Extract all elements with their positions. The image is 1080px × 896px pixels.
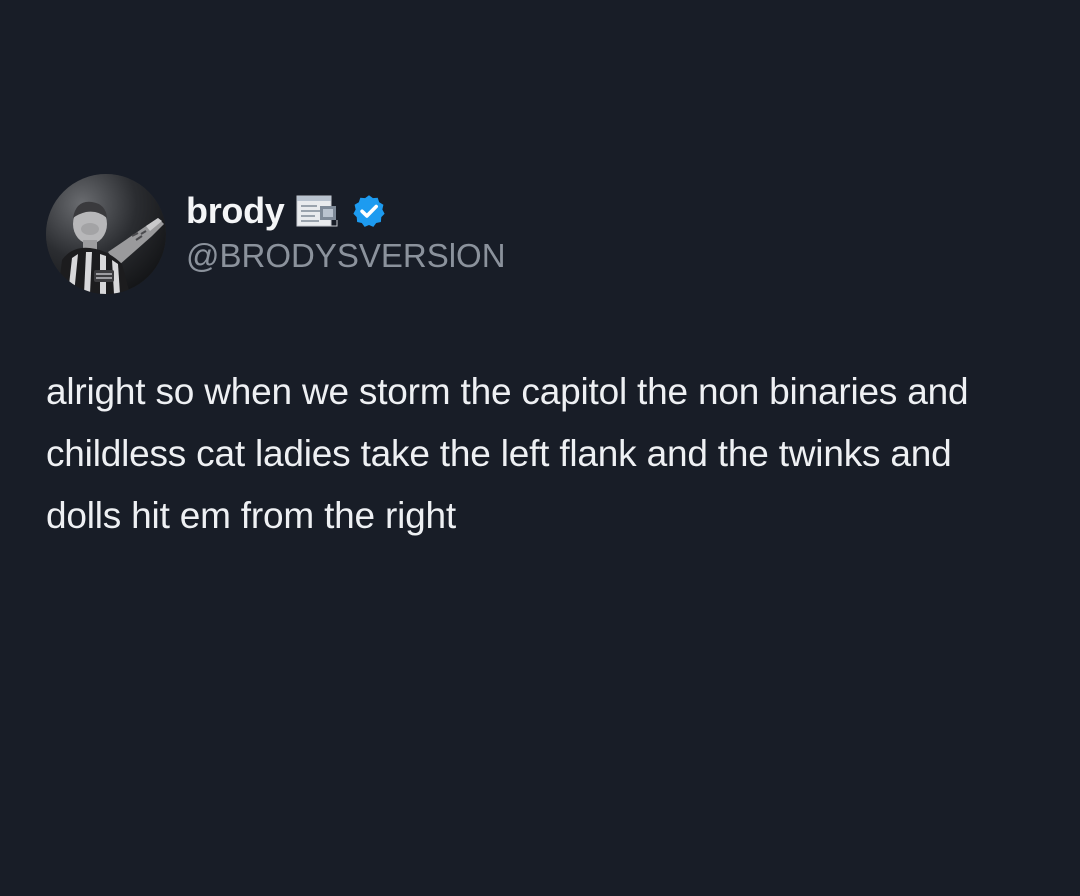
tweet-text: alright so when we storm the capitol the… (46, 371, 969, 536)
avatar-image (46, 174, 166, 294)
tweet-header: brody @BRODYSVERSlON (46, 174, 506, 294)
avatar[interactable] (46, 174, 166, 294)
display-name[interactable]: brody (186, 190, 285, 232)
name-row: brody (186, 187, 506, 235)
author-identity: brody @BRODYSVERSlON (186, 187, 506, 275)
tweet-screenshot: brody @BRODYSVERSlON alright so when we … (0, 0, 1080, 896)
verified-badge-icon (351, 193, 387, 229)
user-handle[interactable]: @BRODYSVERSlON (186, 237, 506, 275)
document-icon (295, 192, 341, 230)
